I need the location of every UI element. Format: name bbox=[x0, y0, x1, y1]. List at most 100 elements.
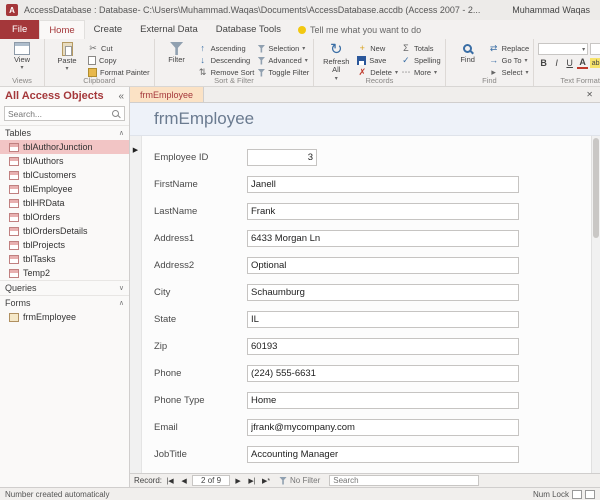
field-row: Phone bbox=[154, 360, 591, 387]
selection-button[interactable]: Selection ▾ bbox=[257, 43, 309, 54]
tab-create[interactable]: Create bbox=[85, 20, 132, 39]
previous-record-button[interactable]: ◀ bbox=[178, 477, 190, 485]
state-input[interactable] bbox=[247, 311, 519, 328]
table-icon bbox=[9, 185, 19, 194]
jobtitle-input[interactable] bbox=[247, 446, 519, 463]
field-row: Employee ID bbox=[154, 144, 591, 171]
record-navigation-bar: Record: |◀ ◀ 2 of 9 ▶ ▶| ▶* No Filter bbox=[130, 473, 600, 487]
nav-item-tblemployee[interactable]: tblEmployee bbox=[0, 182, 129, 196]
chevron-down-icon: ▾ bbox=[582, 46, 585, 53]
chevron-down-icon: ▾ bbox=[20, 65, 23, 72]
search-icon bbox=[112, 110, 119, 117]
totals-button[interactable]: Σ Totals bbox=[401, 43, 441, 54]
chevron-down-icon: ▾ bbox=[305, 57, 308, 64]
nav-item-tbltasks[interactable]: tblTasks bbox=[0, 252, 129, 266]
layout-view-icon[interactable] bbox=[585, 490, 595, 499]
tab-file[interactable]: File bbox=[0, 20, 39, 39]
tab-home[interactable]: Home bbox=[39, 20, 84, 39]
next-record-button[interactable]: ▶ bbox=[232, 477, 244, 485]
document-tab-frmemployee[interactable]: frmEmployee bbox=[130, 87, 204, 102]
descending-button[interactable]: ↓ Descending bbox=[198, 55, 255, 66]
field-row: JobTitle bbox=[154, 441, 591, 468]
field-label-city: City bbox=[154, 287, 247, 298]
ribbon-tab-row: File Home Create External Data Database … bbox=[0, 20, 600, 39]
city-input[interactable] bbox=[247, 284, 519, 301]
phone-input[interactable] bbox=[247, 365, 519, 382]
new-record-ribbon-button[interactable]: + New bbox=[357, 43, 398, 54]
nav-item-tblordersdetails[interactable]: tblOrdersDetails bbox=[0, 224, 129, 238]
address2-input[interactable] bbox=[247, 257, 519, 274]
vertical-scrollbar[interactable] bbox=[591, 136, 600, 473]
record-search-input[interactable] bbox=[329, 475, 479, 486]
chevron-down-icon: ▾ bbox=[525, 57, 528, 64]
underline-button[interactable]: U bbox=[564, 57, 575, 69]
user-name: Muhammad Waqas bbox=[512, 5, 594, 15]
shutter-bar-icon[interactable]: « bbox=[118, 91, 124, 102]
field-label-state: State bbox=[154, 314, 247, 325]
bold-button[interactable]: B bbox=[538, 57, 549, 69]
go-to-button[interactable]: → Go To ▾ bbox=[489, 55, 530, 66]
selection-icon bbox=[257, 45, 265, 53]
font-family-select[interactable]: ▾ bbox=[538, 43, 588, 55]
document-tab-bar: frmEmployee ✕ bbox=[130, 87, 600, 103]
cut-button[interactable]: ✂ Cut bbox=[88, 43, 150, 54]
advanced-button[interactable]: Advanced ▾ bbox=[257, 55, 309, 66]
nav-item-temp2[interactable]: Temp2 bbox=[0, 266, 129, 280]
close-icon[interactable]: ✕ bbox=[579, 90, 600, 99]
nav-item-tblauthorjunction[interactable]: tblAuthorJunction bbox=[0, 140, 129, 154]
last-record-button[interactable]: ▶| bbox=[246, 477, 258, 485]
copy-button[interactable]: Copy bbox=[88, 55, 150, 66]
filter-status[interactable]: No Filter bbox=[279, 476, 320, 485]
tab-database-tools[interactable]: Database Tools bbox=[207, 20, 290, 39]
address1-input[interactable] bbox=[247, 230, 519, 247]
spelling-button[interactable]: ✓ Spelling bbox=[401, 55, 441, 66]
nav-group-queries[interactable]: Queries ∨ bbox=[0, 280, 129, 295]
font-size-select[interactable]: ▾ bbox=[590, 43, 600, 55]
new-blank-record-button[interactable]: ▶* bbox=[260, 477, 272, 485]
zip-input[interactable] bbox=[247, 338, 519, 355]
field-row: Address2 bbox=[154, 252, 591, 279]
email-input[interactable] bbox=[247, 419, 519, 436]
nav-item-tblauthors[interactable]: tblAuthors bbox=[0, 154, 129, 168]
filter-button[interactable]: Filter bbox=[159, 41, 195, 64]
ascending-icon: ↑ bbox=[198, 44, 208, 53]
tab-external-data[interactable]: External Data bbox=[131, 20, 207, 39]
nav-item-tblorders[interactable]: tblOrders bbox=[0, 210, 129, 224]
ascending-button[interactable]: ↑ Ascending bbox=[198, 43, 255, 54]
nav-pane-header: All Access Objects « bbox=[0, 87, 129, 105]
nav-group-forms[interactable]: Forms ∧ bbox=[0, 295, 129, 310]
view-button[interactable]: View ▾ bbox=[4, 41, 40, 72]
chevron-down-icon: ∨ bbox=[119, 284, 124, 292]
employee-id-input[interactable] bbox=[247, 149, 317, 166]
paste-button[interactable]: Paste ▾ bbox=[49, 41, 85, 73]
table-icon bbox=[9, 213, 19, 222]
firstname-input[interactable] bbox=[247, 176, 519, 193]
field-label-firstname: FirstName bbox=[154, 179, 247, 190]
lastname-input[interactable] bbox=[247, 203, 519, 220]
ribbon-group-records: ↻ Refresh All ▾ + New Save ✗ Delete ▾ bbox=[314, 39, 445, 86]
work-area: All Access Objects « Tables ∧ tblAuthorJ… bbox=[0, 87, 600, 487]
descending-icon: ↓ bbox=[198, 56, 208, 65]
save-button[interactable]: Save bbox=[357, 55, 398, 66]
nav-item-tblcustomers[interactable]: tblCustomers bbox=[0, 168, 129, 182]
paste-label: Paste bbox=[57, 57, 76, 65]
nav-item-tblhrdata[interactable]: tblHRData bbox=[0, 196, 129, 210]
nav-group-tables[interactable]: Tables ∧ bbox=[0, 125, 129, 140]
first-record-button[interactable]: |◀ bbox=[164, 477, 176, 485]
tell-me-box[interactable]: Tell me what you want to do bbox=[290, 20, 429, 39]
field-row: City bbox=[154, 279, 591, 306]
replace-button[interactable]: ⇄ Replace bbox=[489, 43, 530, 54]
find-button[interactable]: Find bbox=[450, 41, 486, 64]
form-view-icon[interactable] bbox=[572, 490, 582, 499]
nav-item-tblprojects[interactable]: tblProjects bbox=[0, 238, 129, 252]
table-icon bbox=[9, 227, 19, 236]
italic-button[interactable]: I bbox=[551, 57, 562, 69]
nav-item-frmemployee[interactable]: frmEmployee bbox=[0, 310, 129, 324]
scrollbar-thumb[interactable] bbox=[593, 138, 599, 238]
nav-search-input[interactable] bbox=[5, 109, 112, 119]
phone-type-input[interactable] bbox=[247, 392, 519, 409]
record-position: 2 of 9 bbox=[192, 475, 230, 486]
font-color-button[interactable]: A bbox=[577, 58, 588, 69]
highlight-button[interactable]: ab bbox=[590, 58, 600, 68]
record-selector[interactable]: ▶ bbox=[130, 136, 142, 473]
